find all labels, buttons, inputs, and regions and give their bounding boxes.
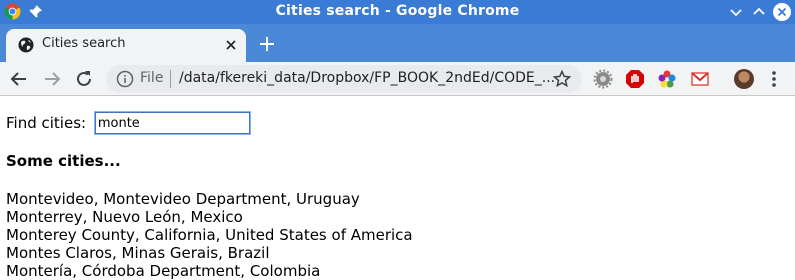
- gmail-icon[interactable]: [690, 69, 710, 89]
- city-result-item: Montes Claros, Minas Gerais, Brazil: [6, 244, 270, 262]
- reload-icon[interactable]: [73, 68, 95, 90]
- info-icon[interactable]: [116, 70, 134, 88]
- forward-arrow-icon[interactable]: [41, 68, 63, 90]
- browser-toolbar: File /data/fkereki_data/Dropbox/FP_BOOK_…: [0, 62, 795, 96]
- globe-icon: [18, 37, 34, 53]
- city-search-input[interactable]: [93, 111, 251, 135]
- url-text[interactable]: /data/fkereki_data/Dropbox/FP_BOOK_2ndEd…: [179, 70, 555, 86]
- minimize-icon[interactable]: [726, 2, 746, 22]
- tab-strip: Cities search: [0, 24, 795, 62]
- maximize-icon[interactable]: [749, 2, 769, 22]
- new-tab-plus-icon[interactable]: [256, 33, 278, 55]
- tab-title: Cities search: [42, 36, 126, 51]
- back-arrow-icon[interactable]: [8, 68, 30, 90]
- tab-cities-search[interactable]: Cities search: [6, 29, 246, 62]
- kebab-menu-icon[interactable]: [768, 69, 780, 89]
- stop-hand-icon[interactable]: [625, 69, 645, 89]
- omnibox-divider: [170, 70, 171, 88]
- gear-extension-icon[interactable]: [593, 69, 613, 89]
- city-results-list: Montevideo, Montevideo Department, Urugu…: [6, 190, 413, 280]
- city-result-item: Monterrey, Nuevo León, Mexico: [6, 208, 243, 226]
- address-bar[interactable]: File /data/fkereki_data/Dropbox/FP_BOOK_…: [106, 65, 582, 93]
- url-scheme-label: File: [140, 70, 164, 86]
- tab-close-icon[interactable]: [222, 36, 240, 54]
- profile-avatar-icon[interactable]: [734, 69, 754, 89]
- results-heading: Some cities...: [6, 152, 121, 170]
- window-title: Cities search - Google Chrome: [275, 3, 520, 19]
- city-result-item: Montevideo, Montevideo Department, Urugu…: [6, 190, 360, 208]
- find-cities-label: Find cities:: [6, 114, 87, 132]
- city-result-item: Monterey County, California, United Stat…: [6, 226, 413, 244]
- window-titlebar[interactable]: Cities search - Google Chrome: [0, 0, 795, 24]
- search-row: Find cities:: [6, 111, 251, 135]
- bookmark-star-icon[interactable]: [552, 69, 572, 89]
- color-wheel-icon[interactable]: [657, 69, 677, 89]
- city-result-item: Montería, Córdoba Department, Colombia: [6, 262, 321, 280]
- close-icon[interactable]: [772, 2, 792, 22]
